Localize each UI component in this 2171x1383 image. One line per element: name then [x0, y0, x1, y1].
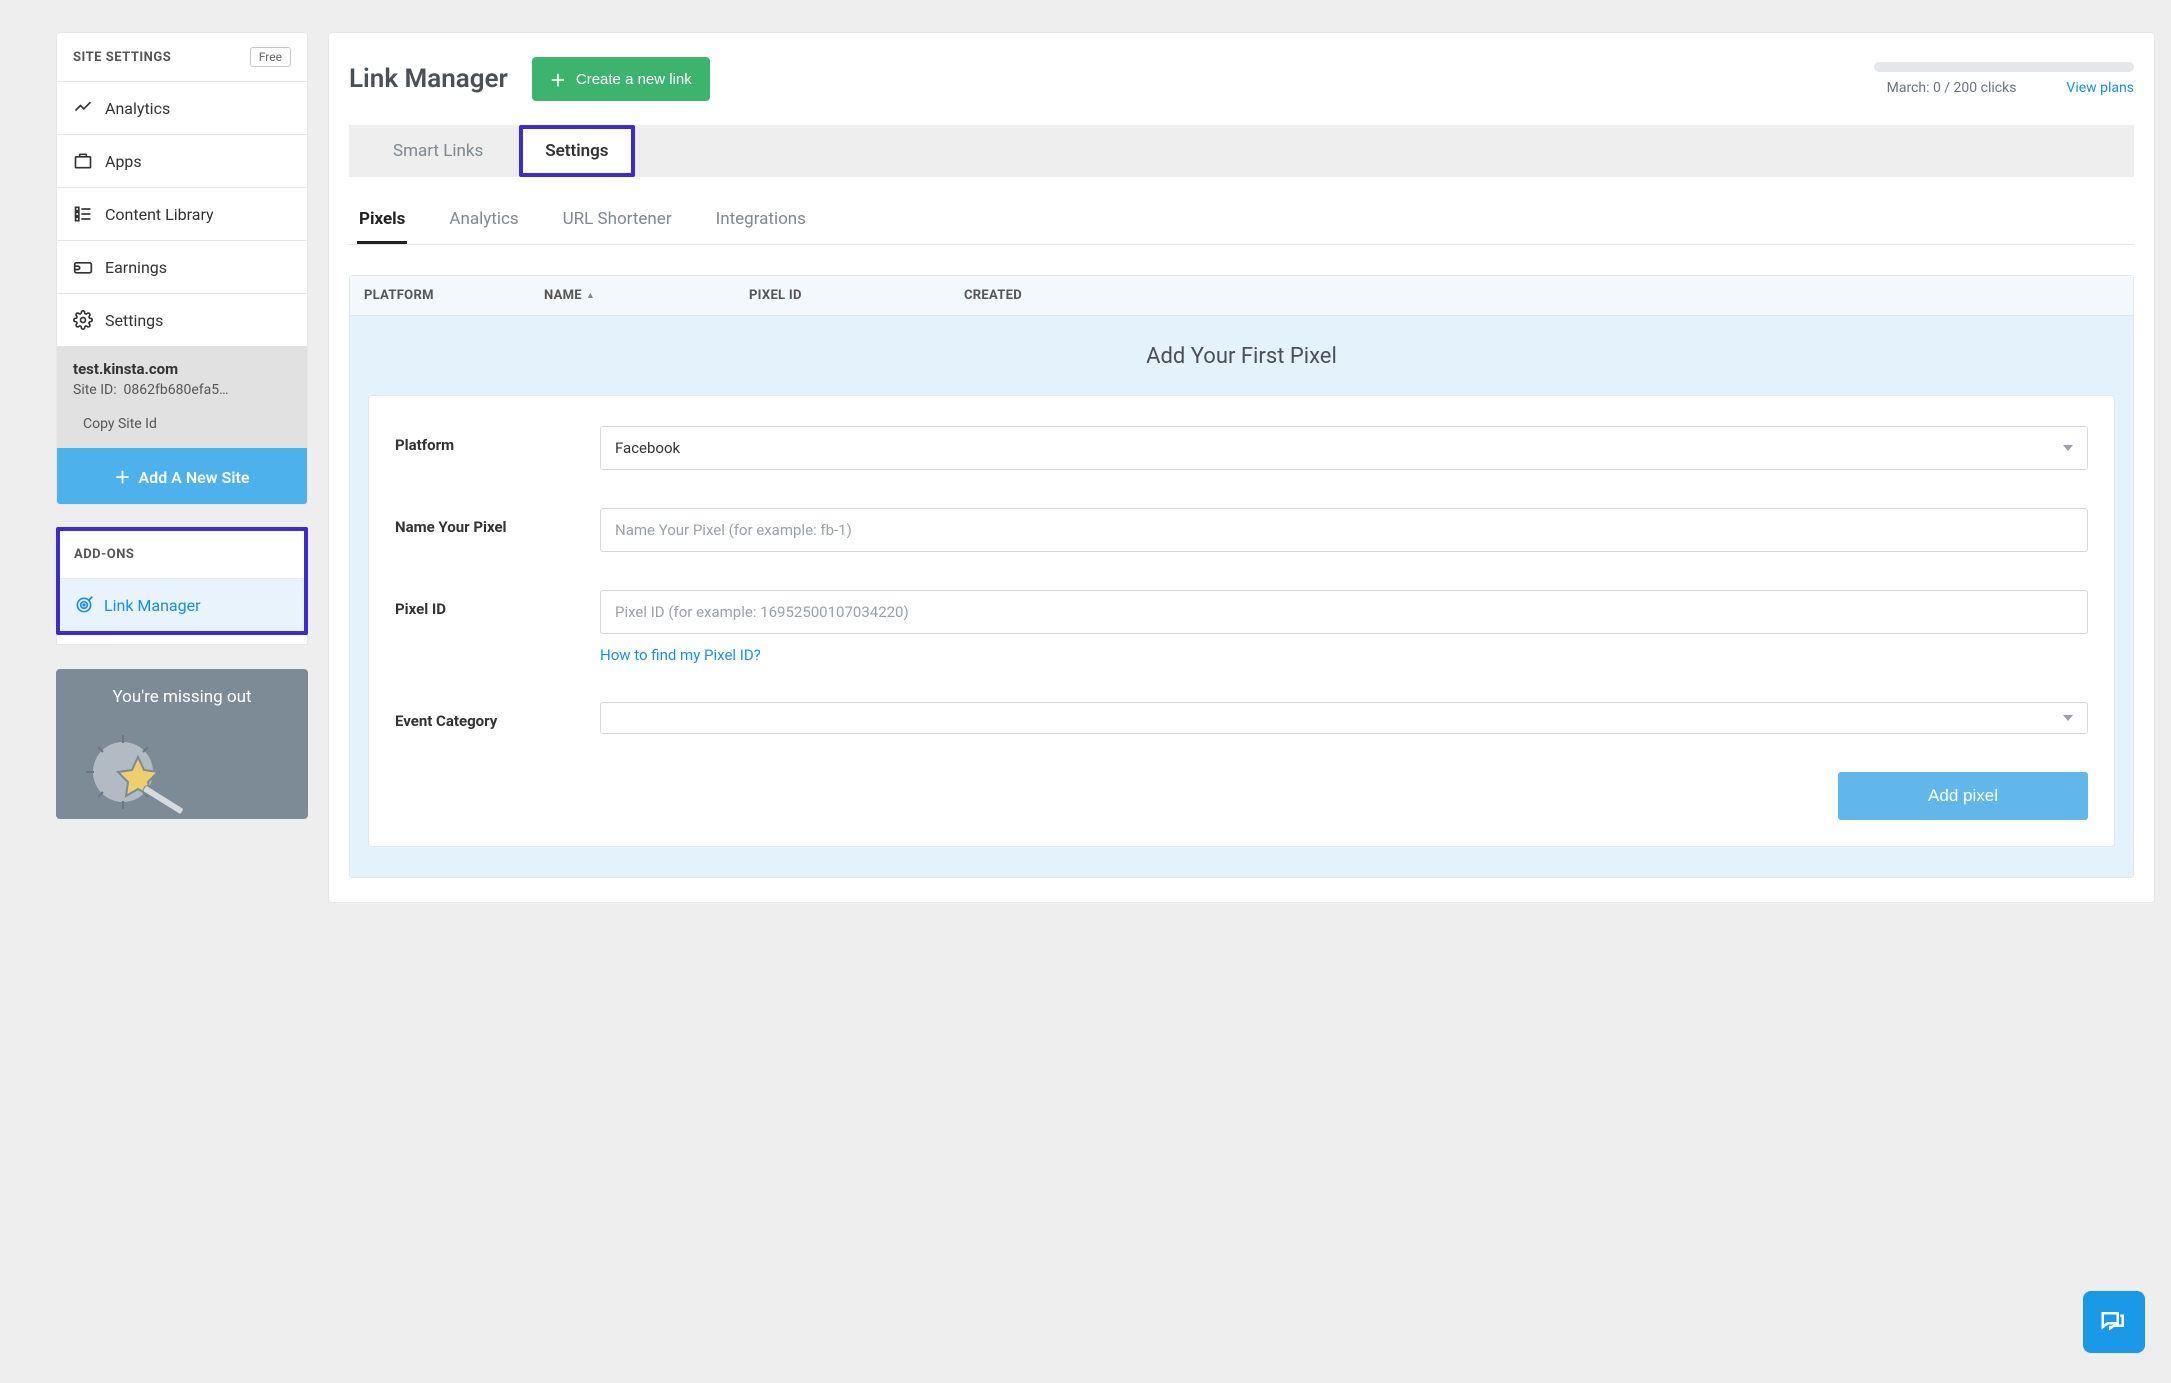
platform-selected-value: Facebook [615, 439, 680, 457]
sidebar-item-settings[interactable]: Settings [57, 294, 307, 346]
sidebar-item-earnings[interactable]: Earnings [57, 241, 307, 294]
settings-subtabs: Pixels Analytics URL Shortener Integrati… [349, 203, 2134, 245]
page-title: Link Manager [349, 64, 508, 94]
sidebar-header: SITE SETTINGS Free [57, 33, 307, 82]
label-event-category: Event Category [395, 702, 600, 730]
event-category-select[interactable] [600, 702, 2088, 734]
addon-item-link-manager[interactable]: Link Manager [60, 579, 304, 631]
site-id: Site ID: 0862fb680efa5… [73, 382, 291, 398]
promo-card: You're missing out [56, 669, 308, 819]
promo-title: You're missing out [68, 687, 296, 707]
tab-settings[interactable]: Settings [519, 125, 634, 177]
sort-asc-icon: ▲ [586, 291, 595, 301]
subtab-analytics[interactable]: Analytics [447, 203, 520, 244]
site-url: test.kinsta.com [73, 360, 291, 378]
add-new-site-button[interactable]: ＋ Add A New Site [57, 448, 307, 504]
platform-select[interactable]: Facebook [600, 426, 2088, 470]
sidebar-item-apps[interactable]: Apps [57, 135, 307, 188]
view-plans-link[interactable]: View plans [2066, 80, 2134, 96]
label-platform: Platform [395, 426, 600, 454]
sidebar-item-label: Analytics [105, 99, 170, 118]
find-pixel-id-help-link[interactable]: How to find my Pixel ID? [600, 646, 761, 664]
analytics-icon [73, 98, 93, 118]
sidebar-title: SITE SETTINGS [73, 50, 171, 65]
pixel-form: Platform Facebook Name Your Pixel [368, 395, 2115, 847]
addon-item-label: Link Manager [104, 596, 201, 615]
create-link-button[interactable]: ＋ Create a new link [532, 57, 710, 101]
chat-icon [2099, 1307, 2129, 1337]
th-name[interactable]: NAME▲ [544, 288, 749, 303]
settings-icon [73, 310, 93, 330]
addons-section-highlight: ADD-ONS Link Manager [56, 527, 308, 635]
chat-widget-button[interactable] [2083, 1291, 2145, 1353]
label-pixel-name: Name Your Pixel [395, 508, 600, 536]
subtab-pixels[interactable]: Pixels [357, 203, 407, 244]
plan-badge: Free [250, 47, 291, 67]
apps-icon [73, 151, 93, 171]
th-platform[interactable]: PLATFORM [364, 288, 544, 303]
earnings-icon [73, 257, 93, 277]
copy-site-id-button[interactable]: Copy Site Id [73, 410, 291, 438]
usage-text: March: 0 / 200 clicks [1887, 80, 2017, 96]
sidebar-item-label: Earnings [105, 258, 167, 277]
plus-icon: ＋ [550, 67, 566, 91]
usage-progress-bar [1874, 62, 2134, 72]
target-icon [74, 595, 94, 615]
content-library-icon [73, 204, 93, 224]
subtab-url-shortener[interactable]: URL Shortener [561, 203, 674, 244]
pixel-id-input[interactable] [600, 590, 2088, 634]
sidebar-item-content-library[interactable]: Content Library [57, 188, 307, 241]
first-pixel-title: Add Your First Pixel [368, 344, 2115, 369]
sidebar-item-label: Apps [105, 152, 142, 171]
sidebar-item-analytics[interactable]: Analytics [57, 82, 307, 135]
plus-icon: ＋ [115, 468, 131, 487]
wand-icon [68, 717, 198, 817]
chevron-down-icon [2063, 715, 2073, 721]
chevron-down-icon [2063, 445, 2073, 451]
sidebar-item-label: Settings [105, 311, 163, 330]
addons-header: ADD-ONS [60, 531, 304, 579]
primary-tabs: Smart Links Settings [349, 125, 2134, 177]
sidebar-item-label: Content Library [105, 205, 214, 224]
subtab-integrations[interactable]: Integrations [714, 203, 808, 244]
th-pixel-id[interactable]: PIXEL ID [749, 288, 964, 303]
site-info-block: test.kinsta.com Site ID: 0862fb680efa5… … [57, 346, 307, 448]
tab-smart-links[interactable]: Smart Links [379, 125, 497, 177]
pixels-table-header: PLATFORM NAME▲ PIXEL ID CREATED [350, 276, 2133, 316]
th-created[interactable]: CREATED [964, 288, 2119, 303]
add-pixel-button[interactable]: Add pixel [1838, 772, 2088, 820]
label-pixel-id: Pixel ID [395, 590, 600, 618]
pixel-name-input[interactable] [600, 508, 2088, 552]
